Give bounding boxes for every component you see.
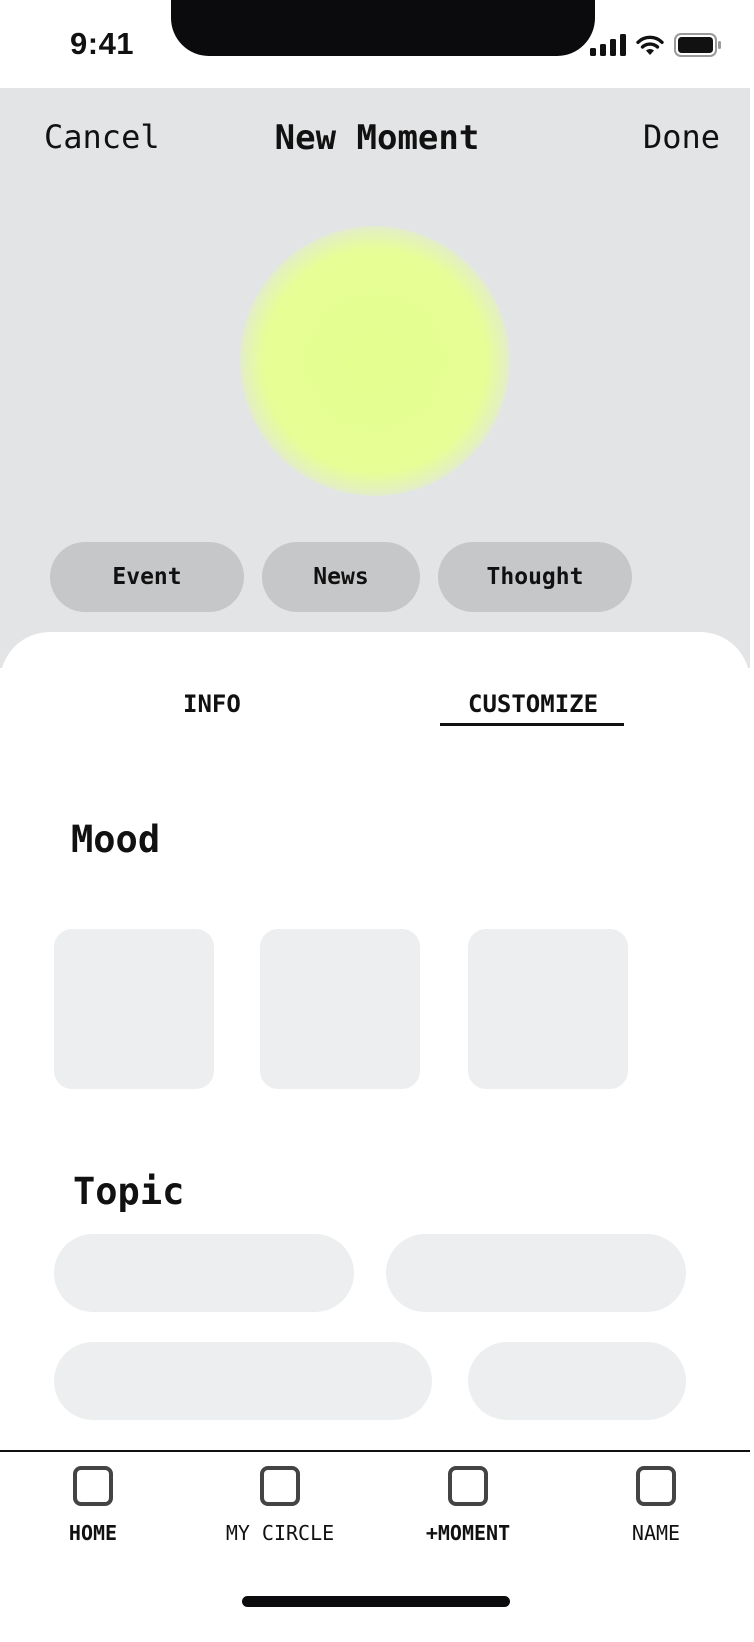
tab-selected-indicator — [440, 723, 624, 726]
square-icon — [448, 1466, 488, 1506]
notch — [171, 0, 595, 56]
status-icons — [590, 33, 722, 57]
page-title: New Moment — [274, 118, 480, 158]
cellular-signal-icon — [590, 34, 626, 56]
topic-option[interactable] — [54, 1342, 432, 1420]
mood-option[interactable] — [54, 929, 214, 1089]
tab-bar-label: MY CIRCLE — [225, 1521, 335, 1545]
tab-customize[interactable]: CUSTOMIZE — [468, 690, 598, 718]
mood-heading: Mood — [71, 818, 161, 861]
topic-option[interactable] — [468, 1342, 686, 1420]
tab-bar-label: +MOMENT — [425, 1521, 511, 1545]
tab-bar-label: HOME — [68, 1521, 118, 1545]
chip-thought[interactable]: Thought — [438, 542, 632, 612]
topic-option[interactable] — [54, 1234, 354, 1312]
cancel-button[interactable]: Cancel — [44, 118, 160, 156]
moment-color-blob — [240, 226, 510, 496]
wifi-icon — [636, 35, 664, 55]
mood-option[interactable] — [468, 929, 628, 1089]
tab-info[interactable]: INFO — [183, 690, 241, 718]
chip-event[interactable]: Event — [50, 542, 244, 612]
done-button[interactable]: Done — [643, 118, 720, 156]
tab-bar-label: NAME — [631, 1521, 681, 1545]
status-bar: 9:41 — [4, 0, 750, 88]
chip-news[interactable]: News — [262, 542, 420, 612]
square-icon — [636, 1466, 676, 1506]
home-indicator — [242, 1596, 510, 1607]
mood-option[interactable] — [260, 929, 420, 1089]
tab-bar-home[interactable]: HOME — [8, 1466, 178, 1545]
tab-bar-my-circle[interactable]: MY CIRCLE — [195, 1466, 365, 1545]
tab-bar-new-moment[interactable]: +MOMENT — [383, 1466, 553, 1545]
battery-icon — [674, 33, 721, 57]
topic-heading: Topic — [73, 1170, 185, 1213]
tab-bar-name[interactable]: NAME — [571, 1466, 741, 1545]
screen-edge — [750, 0, 754, 1642]
status-time: 9:41 — [70, 26, 135, 61]
square-icon — [73, 1466, 113, 1506]
square-icon — [260, 1466, 300, 1506]
topic-option[interactable] — [386, 1234, 686, 1312]
